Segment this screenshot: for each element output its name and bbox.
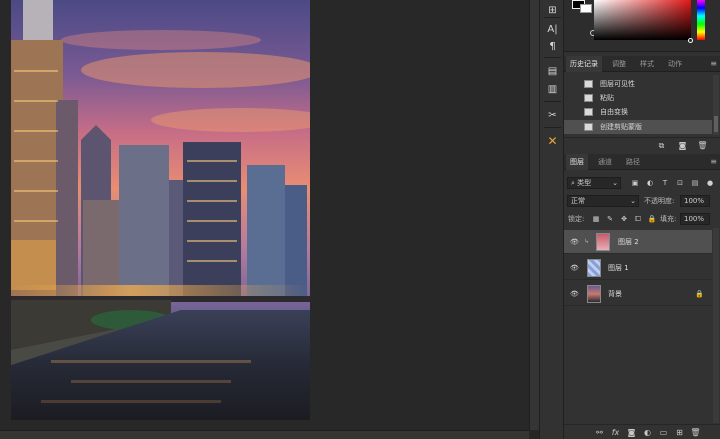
new-group-icon[interactable]: ▭: [658, 427, 669, 438]
background-color-swatch[interactable]: [580, 4, 592, 13]
tab-actions[interactable]: 动作: [664, 56, 686, 72]
visibility-eye-icon[interactable]: 👁: [570, 238, 579, 246]
chevron-down-icon: ⌄: [612, 179, 618, 187]
layers-footer: ⚯ fx ◙ ◐ ▭ ⊞ 🗑: [564, 424, 720, 439]
brush-settings-icon[interactable]: ✂: [544, 107, 561, 124]
filter-pixel-icon[interactable]: ▣: [630, 178, 640, 188]
tab-layers[interactable]: 图层: [566, 154, 588, 170]
city-photo[interactable]: [11, 0, 310, 420]
new-layer-icon[interactable]: ⊞: [674, 427, 685, 438]
panel-menu-icon[interactable]: ≡: [710, 157, 717, 166]
lock-image-pixels-icon[interactable]: ✎: [605, 214, 615, 224]
chevron-down-icon: ⌄: [630, 197, 636, 205]
history-scroll-thumb[interactable]: [714, 116, 718, 132]
history-list: 图层可见性 粘贴 自由变换 创建剪贴蒙版: [564, 75, 712, 135]
vertical-scrollbar[interactable]: [529, 0, 539, 430]
layers-scrollbar[interactable]: [713, 228, 719, 423]
opacity-input[interactable]: 100%: [680, 195, 710, 207]
toolbar-divider: [544, 17, 561, 18]
history-panel-tabs: 历史记录 调整 样式 动作 ≡: [564, 56, 720, 72]
history-state-icon: [584, 94, 593, 102]
history-item[interactable]: 图层可见性: [564, 77, 712, 91]
history-item[interactable]: 粘贴: [564, 91, 712, 105]
tool-presets-icon[interactable]: ✕: [544, 133, 561, 150]
tab-styles[interactable]: 样式: [636, 56, 658, 72]
blend-mode-select[interactable]: 正常 ⌄: [567, 195, 639, 207]
history-item-label: 创建剪贴蒙版: [600, 123, 642, 131]
adjustment-layer-icon[interactable]: ◐: [642, 427, 653, 438]
layer-row-layer-1[interactable]: 👁 图层 1: [564, 256, 712, 280]
lock-all-icon[interactable]: 🔒: [647, 214, 657, 224]
horizontal-scrollbar[interactable]: [0, 430, 529, 439]
color-field[interactable]: [594, 0, 691, 40]
filter-smart-object-icon[interactable]: ▤: [690, 178, 700, 188]
opacity-label: 不透明度:: [644, 197, 675, 205]
history-item-label: 图层可见性: [600, 80, 635, 88]
layer-filter-label: 类型: [577, 179, 592, 187]
filter-shape-icon[interactable]: ⊡: [675, 178, 685, 188]
delete-state-icon[interactable]: 🗑: [697, 140, 708, 151]
history-item-label: 自由变换: [600, 108, 628, 116]
layer-name[interactable]: 背景: [608, 282, 622, 306]
link-layers-icon[interactable]: ⚯: [594, 427, 605, 438]
clipping-mask-arrow-icon: ↳: [584, 238, 590, 245]
history-scrollbar[interactable]: [713, 75, 719, 135]
new-snapshot-icon[interactable]: ◙: [677, 140, 688, 151]
paragraph-panel-icon[interactable]: ¶: [544, 38, 561, 55]
filter-toggle-icon[interactable]: ●: [705, 178, 715, 188]
layer-name[interactable]: 图层 1: [608, 256, 629, 280]
history-item-label: 粘贴: [600, 94, 614, 102]
layer-row-background[interactable]: 👁 背景 🔒: [564, 282, 712, 306]
notes-icon[interactable]: ▥: [544, 81, 561, 98]
fx-icon[interactable]: fx: [610, 427, 621, 438]
fill-label: 填充:: [660, 215, 677, 223]
lock-position-icon[interactable]: ✥: [619, 214, 629, 224]
tab-channels[interactable]: 通道: [594, 154, 616, 170]
visibility-eye-icon[interactable]: 👁: [570, 290, 579, 298]
toolbar-divider: [544, 101, 561, 102]
layers-panel-tabs: 图层 通道 路径 ≡: [564, 154, 720, 170]
history-footer: ⧉ ◙ 🗑: [564, 137, 720, 152]
layer-thumbnail: [587, 285, 601, 303]
lock-artboard-icon[interactable]: ⧠: [633, 214, 643, 224]
color-picker-cursor[interactable]: [688, 38, 693, 43]
layer-thumbnail: [587, 259, 601, 277]
filter-type-icon[interactable]: T: [660, 178, 670, 188]
lock-label: 锁定:: [568, 215, 585, 223]
libraries-icon[interactable]: ▤: [544, 63, 561, 80]
history-item-selected[interactable]: 创建剪贴蒙版: [564, 120, 712, 134]
visibility-eye-icon[interactable]: 👁: [570, 264, 579, 272]
character-panel-icon[interactable]: A|: [544, 21, 561, 38]
layer-name[interactable]: 图层 2: [618, 230, 639, 254]
filter-adjustment-icon[interactable]: ◐: [645, 178, 655, 188]
new-document-from-state-icon[interactable]: ⧉: [656, 140, 667, 151]
lock-transparent-pixels-icon[interactable]: ▦: [591, 214, 601, 224]
history-item[interactable]: 自由变换: [564, 105, 712, 119]
color-panel: [564, 0, 720, 52]
panel-menu-icon[interactable]: ≡: [710, 59, 717, 68]
right-panel-stack: 历史记录 调整 样式 动作 ≡ 图层可见性 粘贴 自由变换 创建剪贴蒙版 ⧉ ◙…: [564, 0, 720, 439]
history-state-icon: [584, 80, 593, 88]
toolbar-divider: [544, 57, 561, 58]
layer-row-layer-2[interactable]: 👁 ↳ 图层 2: [564, 230, 712, 254]
layer-filter-select[interactable]: ⌕ 类型 ⌄: [567, 177, 621, 189]
tab-history[interactable]: 历史记录: [566, 56, 602, 72]
tab-paths[interactable]: 路径: [622, 154, 644, 170]
hue-slider[interactable]: [697, 0, 705, 40]
fill-input[interactable]: 100%: [680, 213, 710, 225]
layer-thumbnail: [596, 233, 610, 251]
tab-adjustments[interactable]: 调整: [608, 56, 630, 72]
toolbar-divider: [544, 127, 561, 128]
document-canvas[interactable]: [0, 0, 529, 430]
delete-layer-icon[interactable]: 🗑: [690, 427, 701, 438]
lock-icon: 🔒: [695, 290, 704, 298]
history-state-icon: [584, 123, 593, 131]
add-mask-icon[interactable]: ◙: [626, 427, 637, 438]
city-photo-artwork: [11, 0, 310, 420]
panel-dock-toolbar: ⊞ A| ¶ ▤ ▥ ✂ ✕: [539, 0, 564, 439]
history-state-icon: [584, 108, 593, 116]
blend-mode-value: 正常: [571, 197, 585, 205]
layers-controls: ⌕ 类型 ⌄ ▣ ◐ T ⊡ ▤ ● 正常 ⌄ 不透明度: 100% 锁定: ▦ ✎…: [564, 172, 720, 228]
